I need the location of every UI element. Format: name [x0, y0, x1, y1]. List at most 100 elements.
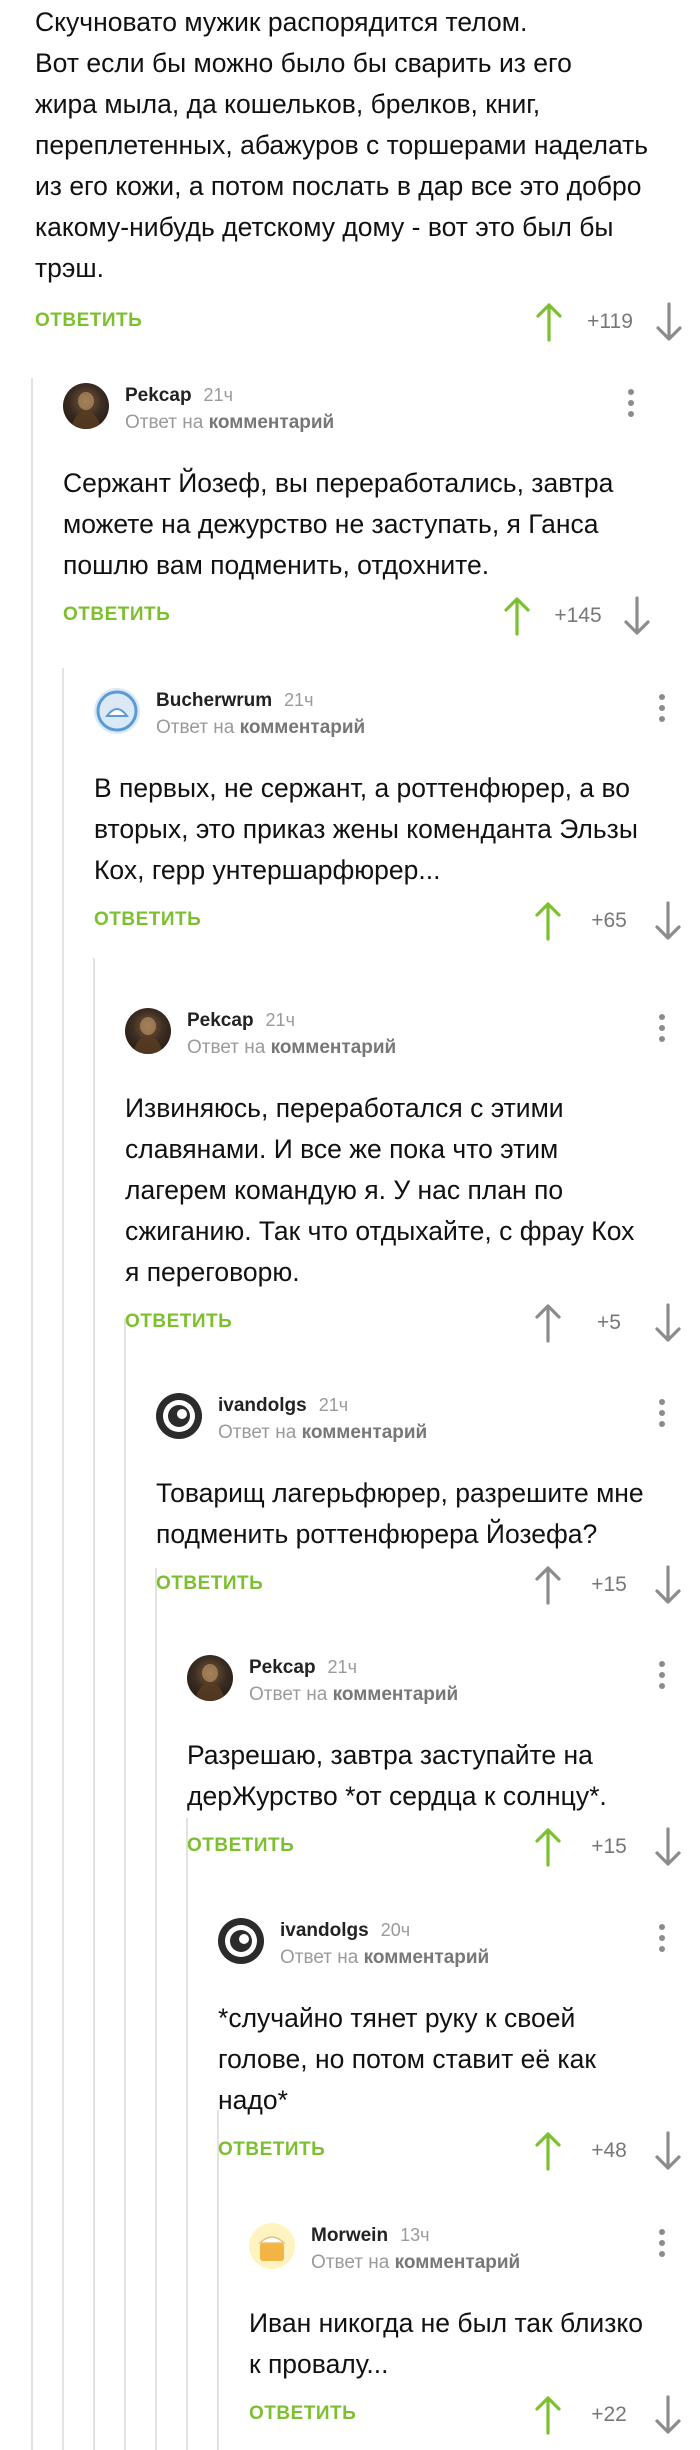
- downvote-arrow-icon[interactable]: [654, 1827, 682, 1867]
- comment-author[interactable]: Pekcap 21ч: [187, 1008, 295, 1033]
- text-line: какому-нибудь детскому дому - вот это бы…: [35, 212, 614, 242]
- thread-line[interactable]: [155, 1568, 157, 2450]
- score-value: +5: [597, 1311, 621, 1334]
- reply-to-label: Ответ на комментарий: [311, 2252, 521, 2273]
- comment-author[interactable]: ivandolgs 21ч: [218, 1393, 348, 1418]
- score-value: +65: [591, 909, 627, 932]
- thread-line[interactable]: [186, 1818, 188, 2450]
- upvote-arrow-icon[interactable]: [534, 1303, 562, 1343]
- reply-to-link[interactable]: комментарий: [240, 717, 366, 738]
- downvote-arrow-icon[interactable]: [654, 1565, 682, 1605]
- vote-controls: +15: [534, 1825, 684, 1869]
- score-value: +48: [591, 2139, 627, 2162]
- comment-text: *случайно тянет руку к своей голове, но …: [218, 2003, 596, 2115]
- more-options-icon[interactable]: [658, 694, 666, 728]
- reply-to-label: Ответ на комментарий: [187, 1037, 397, 1058]
- downvote-arrow-icon[interactable]: [654, 1303, 682, 1343]
- comment-time: 13ч: [400, 2225, 430, 2245]
- morwein-avatar[interactable]: [249, 2223, 295, 2269]
- text-line: переплетенных, абажуров с торшерами наде…: [35, 130, 649, 160]
- more-options-icon[interactable]: [658, 1661, 666, 1695]
- downvote-arrow-icon[interactable]: [654, 901, 682, 941]
- reply-button[interactable]: ОТВЕТИТЬ: [35, 310, 142, 332]
- reply-to-link[interactable]: комментарий: [209, 412, 335, 433]
- upvote-arrow-icon[interactable]: [534, 2131, 562, 2171]
- reply-to-link[interactable]: комментарий: [333, 1684, 459, 1705]
- text-line: Вот если бы можно было бы сварить из его: [35, 48, 572, 78]
- vote-controls: +15: [534, 1563, 684, 1607]
- reply-to-link[interactable]: комментарий: [271, 1037, 397, 1058]
- comment-author[interactable]: Pekcap 21ч: [125, 383, 233, 408]
- vote-controls: +5: [534, 1301, 684, 1345]
- ivandolgs-avatar[interactable]: [156, 1393, 202, 1439]
- comment-time: 21ч: [318, 1395, 349, 1415]
- reply-button[interactable]: ОТВЕТИТЬ: [187, 1835, 294, 1857]
- thread-line[interactable]: [93, 958, 95, 2450]
- downvote-arrow-icon[interactable]: [654, 2131, 682, 2171]
- reply-button[interactable]: ОТВЕТИТЬ: [218, 2139, 325, 2161]
- comment-time: 21ч: [327, 1657, 357, 1677]
- comment-header: Morwein 13ч Ответ на комментарий: [249, 2223, 671, 2279]
- more-options-icon[interactable]: [658, 1924, 666, 1958]
- upvote-arrow-icon[interactable]: [534, 2395, 562, 2435]
- parent-comment-text: Скучновато мужик распорядится телом. Вот…: [35, 2, 655, 289]
- reply-button[interactable]: ОТВЕТИТЬ: [249, 2403, 356, 2425]
- more-options-icon[interactable]: [658, 1014, 666, 1048]
- comment-text: В первых, не сержант, а роттенфюрер, а в…: [94, 773, 638, 885]
- reply-to-label: Ответ на комментарий: [249, 1684, 459, 1705]
- more-options-icon[interactable]: [627, 389, 635, 423]
- comment-author[interactable]: Pekcap 21ч: [249, 1655, 357, 1680]
- comment: ivandolgs 20ч Ответ на комментарий *случа…: [218, 1918, 681, 2173]
- comment: ivandolgs 21ч Ответ на комментарий Товари…: [156, 1393, 681, 1607]
- reply-button[interactable]: ОТВЕТИТЬ: [63, 604, 170, 626]
- reply-button[interactable]: ОТВЕТИТЬ: [94, 909, 201, 931]
- comment: Pekcap 21ч Ответ на комментарий Извиняюсь…: [125, 1008, 681, 1345]
- text-line: жира мыла, да кошельков, брелков, книг,: [35, 89, 541, 119]
- reply-to-link[interactable]: комментарий: [302, 1422, 428, 1443]
- upvote-arrow-icon[interactable]: [534, 901, 562, 941]
- more-options-icon[interactable]: [658, 2229, 666, 2263]
- score-value: +119: [587, 310, 633, 333]
- upvote-arrow-icon[interactable]: [535, 302, 563, 342]
- comment-text: Сержант Йозеф, вы переработались, завтра…: [63, 468, 614, 580]
- text-line: трэш.: [35, 253, 105, 283]
- reply-to-label: Ответ на комментарий: [280, 1947, 490, 1968]
- reksar-avatar[interactable]: [63, 383, 109, 429]
- comment-author[interactable]: Morwein 13ч: [311, 2223, 429, 2248]
- comment-time: 21ч: [284, 690, 314, 710]
- vote-controls: +48: [534, 2129, 684, 2173]
- thread-line[interactable]: [31, 378, 33, 2450]
- reksar-avatar[interactable]: [125, 1008, 171, 1054]
- downvote-arrow-icon[interactable]: [655, 302, 683, 342]
- text-line: Скучновато мужик распорядится телом.: [35, 7, 528, 37]
- upvote-arrow-icon[interactable]: [503, 596, 531, 636]
- reply-to-link[interactable]: комментарий: [364, 1947, 490, 1968]
- reksar-avatar[interactable]: [187, 1655, 233, 1701]
- thread-line[interactable]: [124, 1318, 126, 2450]
- comment-author[interactable]: Bucherwrum 21ч: [156, 688, 314, 713]
- comment: Bucherwrum 21ч Ответ на комментарий В пер…: [94, 688, 684, 943]
- reply-button[interactable]: ОТВЕТИТЬ: [125, 1311, 232, 1333]
- upvote-arrow-icon[interactable]: [534, 1565, 562, 1605]
- comment-header: ivandolgs 20ч Ответ на комментарий: [218, 1918, 671, 1974]
- upvote-arrow-icon[interactable]: [534, 1827, 562, 1867]
- comment-author[interactable]: ivandolgs 20ч: [280, 1918, 410, 1943]
- reply-to-link[interactable]: комментарий: [395, 2252, 521, 2273]
- comment-header: ivandolgs 21ч Ответ на комментарий: [156, 1393, 671, 1449]
- parent-comment-actions: ОТВЕТИТЬ +119: [35, 300, 685, 344]
- vote-controls: +145: [503, 594, 653, 638]
- comment-text: Разрешаю, завтра заступайте на дерЖурств…: [187, 1740, 607, 1811]
- more-options-icon[interactable]: [658, 1399, 666, 1433]
- comment-actions: ОТВЕТИТЬ +5: [125, 1301, 681, 1345]
- comment-time: 21ч: [203, 385, 233, 405]
- ivandolgs-avatar[interactable]: [218, 1918, 264, 1964]
- vote-controls: +65: [534, 899, 684, 943]
- downvote-arrow-icon[interactable]: [623, 596, 651, 636]
- thread-line[interactable]: [62, 668, 64, 2450]
- downvote-arrow-icon[interactable]: [654, 2395, 682, 2435]
- reply-button[interactable]: ОТВЕТИТЬ: [156, 1573, 263, 1595]
- reply-to-label: Ответ на комментарий: [125, 412, 335, 433]
- comment-actions: ОТВЕТИТЬ +65: [94, 899, 684, 943]
- bucherwrum-avatar[interactable]: [94, 688, 140, 734]
- comment-actions: ОТВЕТИТЬ +22: [249, 2393, 681, 2437]
